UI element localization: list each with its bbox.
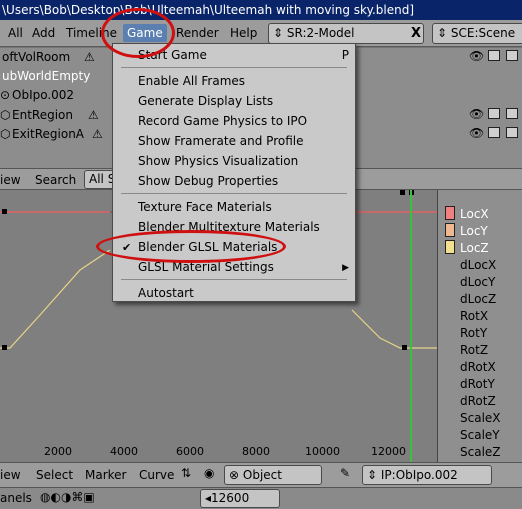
menu-all[interactable]: All [8, 26, 23, 40]
channel-locz[interactable]: LocZ [460, 241, 489, 255]
menu-item-show-physics[interactable]: Show Physics Visualization [138, 154, 298, 168]
frame-ruler: 2000 4000 6000 8000 10000 12000 [0, 440, 437, 462]
screen-selector-value: SR:2-Model [286, 26, 355, 40]
channel-color-swatch[interactable] [445, 240, 455, 254]
outliner-row-name: ubWorldEmpty [2, 69, 91, 83]
channel-locy[interactable]: LocY [460, 224, 488, 238]
panels-bar: anels ◍◐◑⌘▣ ◂12600 [0, 487, 522, 509]
menu-separator [121, 67, 347, 68]
ipo-block-icon: ⇕ [367, 468, 381, 482]
render-icon[interactable] [506, 50, 518, 61]
channel-dlocy[interactable]: dLocY [460, 275, 495, 289]
channel-droty[interactable]: dRotY [460, 377, 495, 391]
menu-item-show-debug[interactable]: Show Debug Properties [138, 174, 278, 188]
outliner-row-name: EntRegion [12, 108, 73, 122]
highlight-circle-glsl [96, 230, 286, 263]
menu-item-enable-all-frames[interactable]: Enable All Frames [138, 74, 245, 88]
outliner-row-name: oftVolRoom [2, 50, 71, 64]
pin-icon[interactable]: ✎ [340, 466, 350, 480]
ruler-tick-label: 10000 [305, 445, 340, 458]
frame-value: 12600 [211, 491, 250, 505]
channel-drotz[interactable]: dRotZ [460, 394, 496, 408]
shortcut-label: P [341, 48, 349, 62]
ipo-block-selector[interactable]: ⇕ IP:ObIpo.002 [362, 465, 492, 485]
ipo-footer: iew Select Marker Curve ⇅ ◉ ⊗ Object ✎ ⇕… [0, 462, 522, 487]
channel-rotz[interactable]: RotZ [460, 343, 488, 357]
menu-item-record-physics[interactable]: Record Game Physics to IPO [138, 114, 307, 128]
lock-icon[interactable]: ⇅ [181, 466, 191, 480]
menu-separator [121, 193, 347, 194]
current-frame-field[interactable]: ◂12600 [200, 489, 280, 508]
footer-select-menu[interactable]: Select [36, 468, 73, 482]
ipo-view-menu[interactable]: iew [0, 173, 21, 187]
menu-help[interactable]: Help [230, 26, 257, 40]
eye-toggle-icon[interactable]: ◉ [204, 466, 214, 480]
ipo-search-label: Search [35, 173, 77, 187]
eye-icon[interactable]: 👁 [469, 127, 484, 140]
scene-selector[interactable]: ⇕ SCE:Scene [432, 23, 522, 44]
channel-dlocx[interactable]: dLocX [460, 258, 496, 272]
highlight-circle-game [101, 8, 175, 58]
select-icon[interactable] [488, 108, 500, 119]
outliner-row-name: ObIpo.002 [12, 88, 75, 102]
keyframe-point [400, 190, 405, 195]
window-title: \Users\Bob\Desktop\Bob\Ulteemah\Ulteemah… [0, 0, 522, 20]
channel-roty[interactable]: RotY [460, 326, 487, 340]
ruler-tick-label: 12000 [371, 445, 406, 458]
channel-dlocz[interactable]: dLocZ [460, 292, 496, 306]
footer-view-menu[interactable]: iew [0, 468, 21, 482]
channel-locx[interactable]: LocX [460, 207, 489, 221]
game-menu-dropdown: Start Game P Enable All Frames Generate … [112, 43, 356, 302]
close-screen-icon[interactable]: X [411, 25, 421, 42]
ipo-type-value: Object [242, 468, 282, 482]
ipo-icon: ⊙ [0, 88, 11, 102]
ipo-type-selector[interactable]: ⊗ Object [224, 465, 322, 485]
menu-item-texture-face[interactable]: Texture Face Materials [138, 200, 272, 214]
render-icon[interactable] [506, 108, 518, 119]
restrict-icon: ⚠ [84, 50, 95, 64]
menu-item-show-framerate[interactable]: Show Framerate and Profile [138, 134, 303, 148]
panel-tab-icon[interactable]: ◍◐◑⌘▣ [40, 490, 95, 504]
scene-selector-icon: ⇕ [437, 26, 451, 40]
object-icon: ⬡ [0, 108, 11, 122]
menu-render[interactable]: Render [176, 26, 219, 40]
channel-scalez[interactable]: ScaleZ [460, 445, 501, 459]
keyframe-point [2, 345, 7, 350]
scene-selector-value: SCE:Scene [450, 26, 516, 40]
ipo-channel-list: LocX LocY LocZ dLocX dLocY dLocZ RotX Ro… [437, 190, 522, 462]
channel-rotx[interactable]: RotX [460, 309, 488, 323]
screen-selector-icon: ⇕ [273, 26, 287, 40]
menu-item-generate-display-lists[interactable]: Generate Display Lists [138, 94, 273, 108]
outliner-row-name: ExitRegionA [12, 127, 85, 141]
channel-color-swatch[interactable] [445, 223, 455, 237]
menu-separator [121, 279, 347, 280]
eye-icon[interactable]: 👁 [469, 108, 484, 121]
footer-curve-menu[interactable]: Curve [139, 468, 174, 482]
ipo-block-value: IP:ObIpo.002 [380, 468, 458, 482]
menu-item-autostart[interactable]: Autostart [138, 286, 194, 300]
ruler-tick-label: 8000 [242, 445, 270, 458]
channel-color-swatch[interactable] [445, 206, 455, 220]
ipo-type-icon: ⊗ [229, 468, 243, 482]
restrict-icon: ⚠ [88, 108, 99, 122]
keyframe-point [2, 209, 7, 214]
select-icon[interactable] [488, 50, 500, 61]
submenu-arrow-icon: ▶ [342, 263, 349, 273]
eye-icon[interactable]: 👁 [469, 50, 484, 63]
restrict-icon: ⚠ [92, 127, 103, 141]
menu-add[interactable]: Add [32, 26, 55, 40]
ruler-tick-label: 6000 [176, 445, 204, 458]
screen-selector[interactable]: ⇕ SR:2-Model X [268, 23, 424, 44]
keyframe-point [402, 345, 407, 350]
render-icon[interactable] [506, 127, 518, 138]
object-icon: ⬡ [0, 127, 11, 141]
footer-marker-menu[interactable]: Marker [85, 468, 126, 482]
ruler-tick-label: 2000 [44, 445, 72, 458]
channel-drotx[interactable]: dRotX [460, 360, 496, 374]
ruler-tick-label: 4000 [110, 445, 138, 458]
channel-scalex[interactable]: ScaleX [460, 411, 501, 425]
channel-scaley[interactable]: ScaleY [460, 428, 500, 442]
select-icon[interactable] [488, 127, 500, 138]
panels-label: anels [0, 491, 32, 505]
